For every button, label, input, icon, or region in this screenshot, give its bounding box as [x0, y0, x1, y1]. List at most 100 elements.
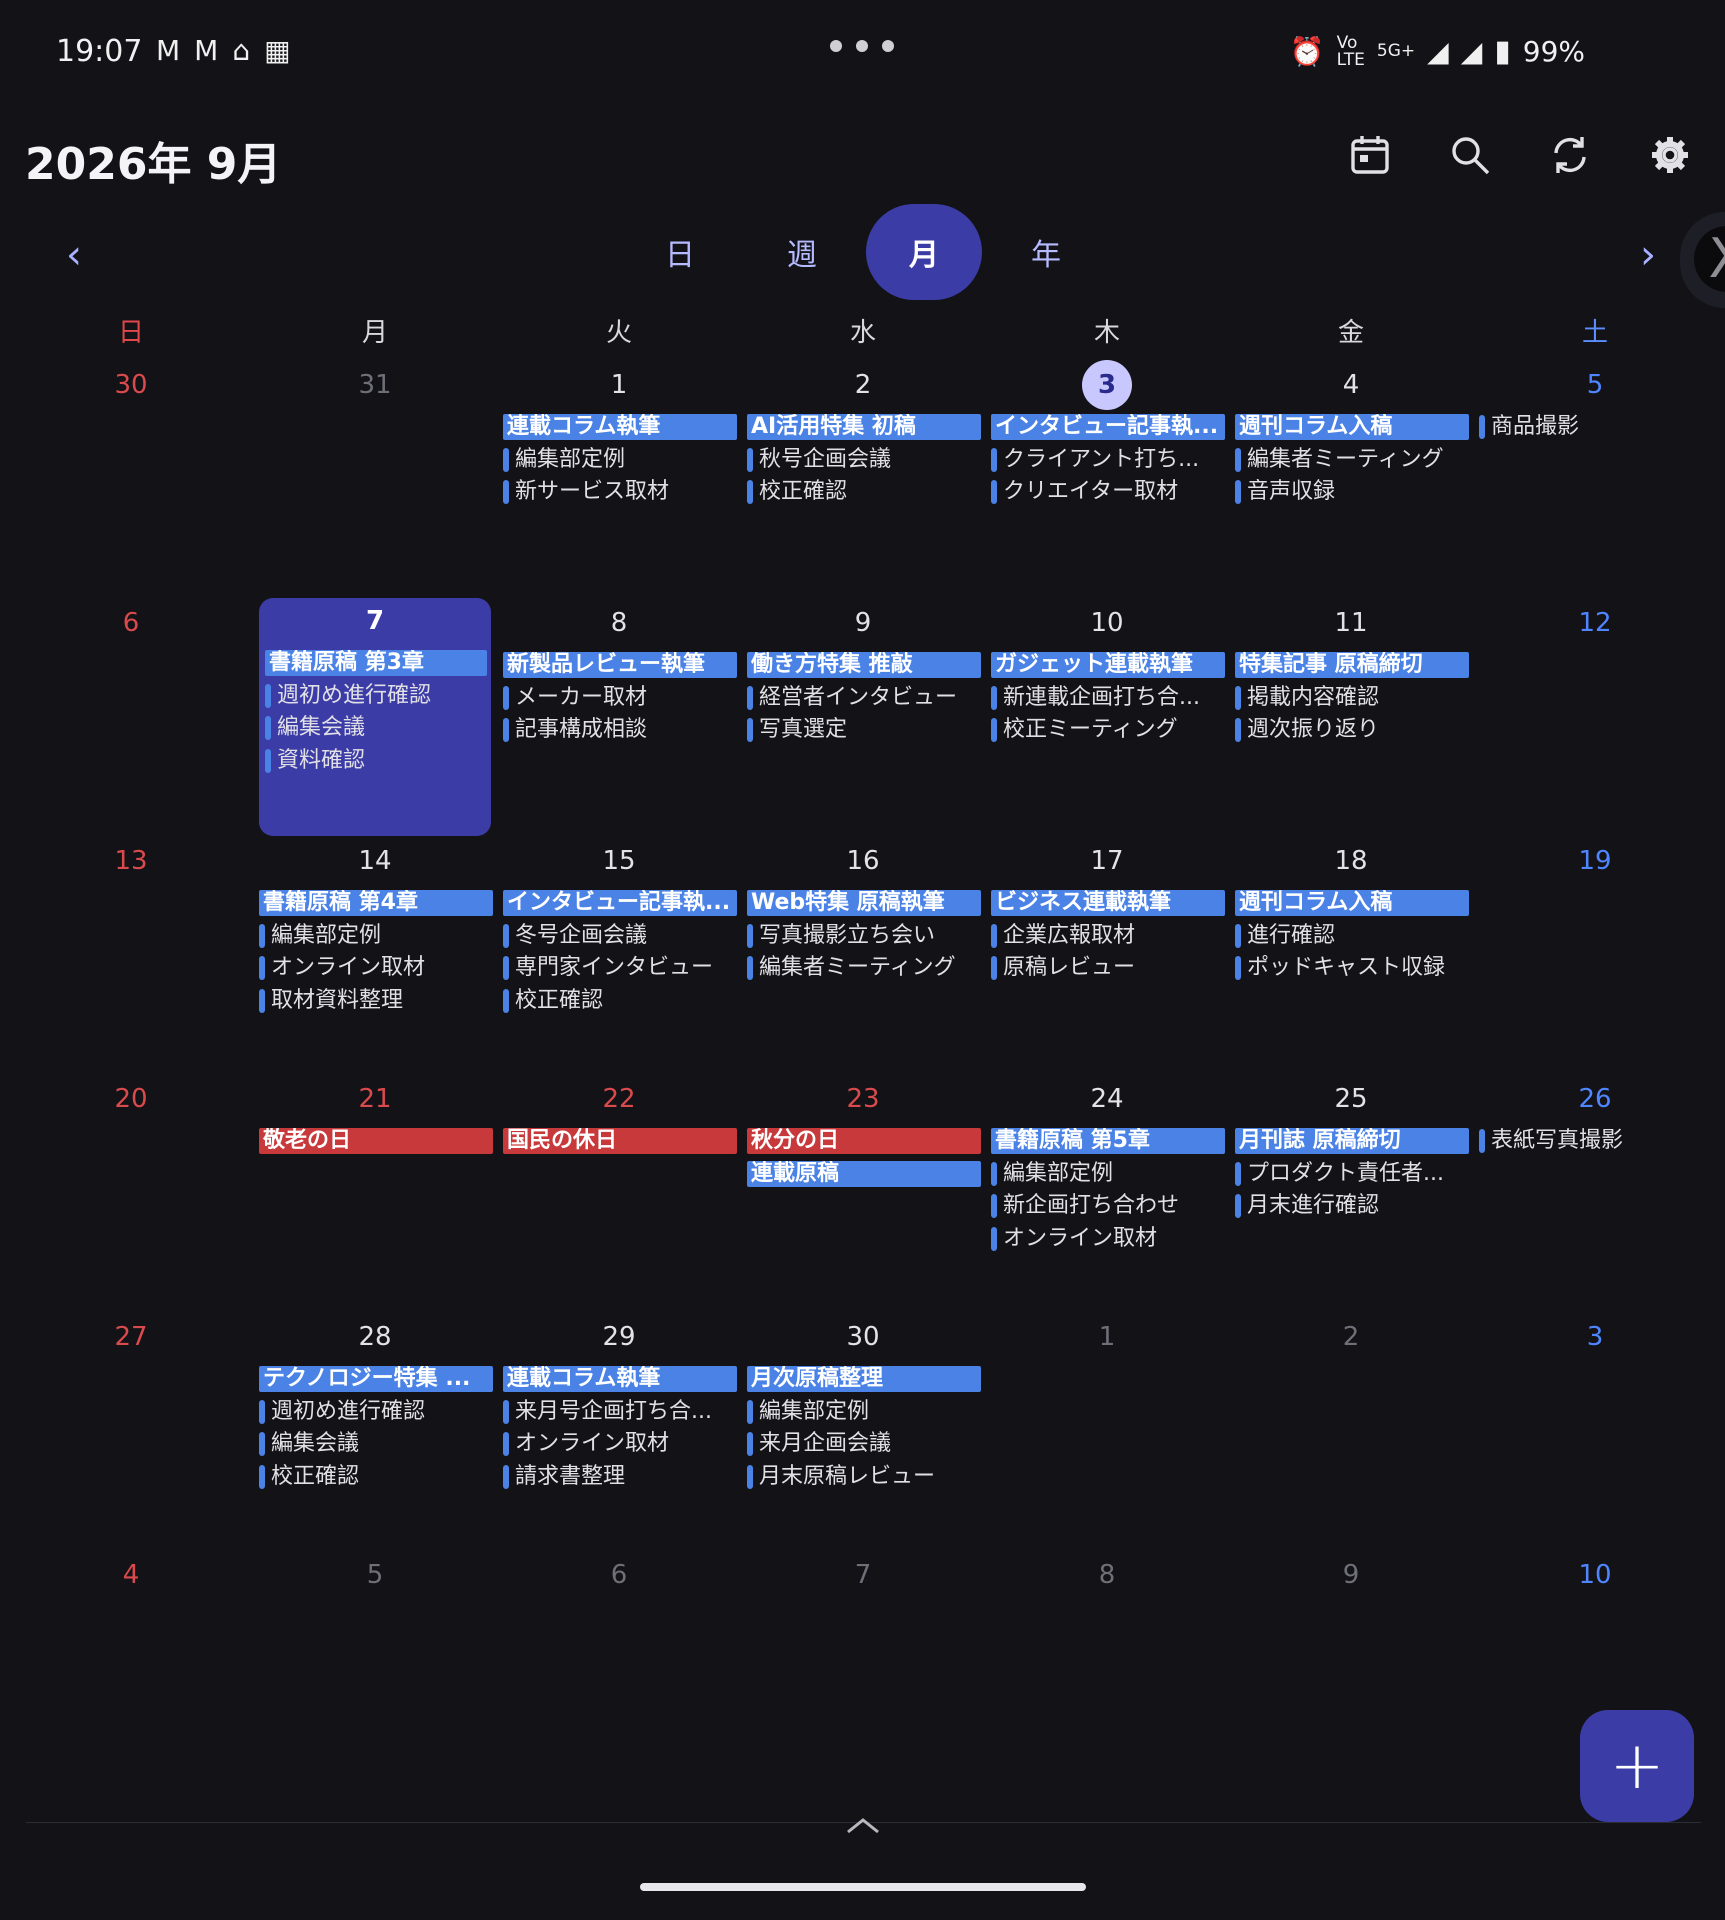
event-item[interactable]: 進行確認: [1235, 923, 1469, 949]
day-cell[interactable]: 30: [9, 362, 253, 600]
tab-week[interactable]: 週: [744, 204, 860, 300]
day-cell[interactable]: 16 Web特集 原稿執筆 写真撮影立ち会い 編集者ミーティング: [741, 838, 985, 1076]
event-bar[interactable]: 新製品レビュー執筆: [503, 652, 737, 678]
event-item[interactable]: 校正確認: [259, 1464, 493, 1490]
day-cell[interactable]: 8 新製品レビュー執筆 メーカー取材 記事構成相談: [497, 600, 741, 838]
event-item[interactable]: 記事構成相談: [503, 717, 737, 743]
event-item[interactable]: 取材資料整理: [259, 988, 493, 1014]
event-bar[interactable]: インタビュー記事執...: [991, 414, 1225, 440]
day-cell[interactable]: 20: [9, 1076, 253, 1314]
day-cell[interactable]: 7 書籍原稿 第3章 週初め進行確認 編集会議 資料確認: [259, 598, 491, 836]
day-cell[interactable]: 1 連載コラム執筆 編集部定例 新サービス取材: [497, 362, 741, 600]
event-bar[interactable]: 連載コラム執筆: [503, 1366, 737, 1392]
day-cell[interactable]: 26 表紙写真撮影: [1473, 1076, 1717, 1314]
next-month-button[interactable]: ›: [1640, 232, 1656, 278]
day-cell[interactable]: 4 週刊コラム入稿 編集者ミーティング 音声収録: [1229, 362, 1473, 600]
event-item[interactable]: 冬号企画会議: [503, 923, 737, 949]
event-item[interactable]: 校正確認: [747, 479, 981, 505]
event-item[interactable]: オンライン取材: [259, 955, 493, 981]
day-cell[interactable]: 9 働き方特集 推敲 経営者インタビュー 写真選定: [741, 600, 985, 838]
event-item[interactable]: 来月号企画打ち合...: [503, 1399, 737, 1425]
event-item[interactable]: 週次振り返り: [1235, 717, 1469, 743]
day-cell[interactable]: 13: [9, 838, 253, 1076]
holiday-event[interactable]: 敬老の日: [259, 1128, 493, 1154]
event-bar[interactable]: テクノロジー特集 ...: [259, 1366, 493, 1392]
event-item[interactable]: 編集会議: [265, 715, 487, 741]
day-cell[interactable]: 5: [253, 1552, 497, 1790]
event-item[interactable]: 請求書整理: [503, 1464, 737, 1490]
day-cell[interactable]: 23 秋分の日 連載原稿: [741, 1076, 985, 1314]
event-item[interactable]: 表紙写真撮影: [1479, 1128, 1713, 1154]
today-button[interactable]: [1345, 130, 1395, 180]
event-item[interactable]: 週初め進行確認: [259, 1399, 493, 1425]
event-item[interactable]: 週初め進行確認: [265, 683, 487, 709]
event-item[interactable]: 経営者インタビュー: [747, 685, 981, 711]
event-bar[interactable]: 週刊コラム入稿: [1235, 890, 1469, 916]
day-cell[interactable]: 2: [1229, 1314, 1473, 1552]
day-cell[interactable]: 2 AI活用特集 初稿 秋号企画会議 校正確認: [741, 362, 985, 600]
event-item[interactable]: 新連載企画打ち合...: [991, 685, 1225, 711]
day-cell[interactable]: 18 週刊コラム入稿 進行確認 ポッドキャスト収録: [1229, 838, 1473, 1076]
day-cell[interactable]: 6: [497, 1552, 741, 1790]
tab-month[interactable]: 月: [866, 204, 982, 300]
event-item[interactable]: プロダクト責任者...: [1235, 1161, 1469, 1187]
event-item[interactable]: クリエイター取材: [991, 479, 1225, 505]
event-bar[interactable]: 書籍原稿 第3章: [265, 650, 487, 676]
event-item[interactable]: オンライン取材: [991, 1226, 1225, 1252]
event-item[interactable]: 月末原稿レビュー: [747, 1464, 981, 1490]
event-item[interactable]: オンライン取材: [503, 1431, 737, 1457]
event-bar[interactable]: Web特集 原稿執筆: [747, 890, 981, 916]
day-cell[interactable]: 5 商品撮影: [1473, 362, 1717, 600]
event-item[interactable]: 専門家インタビュー: [503, 955, 737, 981]
day-cell[interactable]: 3: [1473, 1314, 1717, 1552]
event-item[interactable]: 編集部定例: [747, 1399, 981, 1425]
day-cell[interactable]: 7: [741, 1552, 985, 1790]
sync-button[interactable]: [1545, 130, 1595, 180]
event-bar[interactable]: ガジェット連載執筆: [991, 652, 1225, 678]
holiday-event[interactable]: 秋分の日: [747, 1128, 981, 1154]
event-item[interactable]: 新サービス取材: [503, 479, 737, 505]
event-item[interactable]: 月末進行確認: [1235, 1193, 1469, 1219]
event-item[interactable]: 資料確認: [265, 748, 487, 774]
event-item[interactable]: 編集部定例: [991, 1161, 1225, 1187]
day-cell[interactable]: 8: [985, 1552, 1229, 1790]
day-cell[interactable]: 21 敬老の日: [253, 1076, 497, 1314]
day-cell[interactable]: 29 連載コラム執筆 来月号企画打ち合... オンライン取材 請求書整理: [497, 1314, 741, 1552]
event-item[interactable]: 商品撮影: [1479, 414, 1713, 440]
event-bar[interactable]: 連載コラム執筆: [503, 414, 737, 440]
event-item[interactable]: 写真撮影立ち会い: [747, 923, 981, 949]
holiday-event[interactable]: 国民の休日: [503, 1128, 737, 1154]
day-cell[interactable]: 12: [1473, 600, 1717, 838]
event-bar[interactable]: 月次原稿整理: [747, 1366, 981, 1392]
event-bar[interactable]: 特集記事 原稿締切: [1235, 652, 1469, 678]
day-cell[interactable]: 10 ガジェット連載執筆 新連載企画打ち合... 校正ミーティング: [985, 600, 1229, 838]
event-bar[interactable]: 働き方特集 推敲: [747, 652, 981, 678]
day-cell[interactable]: 11 特集記事 原稿締切 掲載内容確認 週次振り返り: [1229, 600, 1473, 838]
settings-button[interactable]: [1645, 130, 1695, 180]
day-cell[interactable]: 1: [985, 1314, 1229, 1552]
event-item[interactable]: 来月企画会議: [747, 1431, 981, 1457]
day-cell[interactable]: 27: [9, 1314, 253, 1552]
day-cell[interactable]: 14 書籍原稿 第4章 編集部定例 オンライン取材 取材資料整理: [253, 838, 497, 1076]
event-item[interactable]: 編集部定例: [503, 447, 737, 473]
day-cell[interactable]: 17 ビジネス連載執筆 企業広報取材 原稿レビュー: [985, 838, 1229, 1076]
event-item[interactable]: 原稿レビュー: [991, 955, 1225, 981]
day-cell[interactable]: 31: [253, 362, 497, 600]
event-bar[interactable]: インタビュー記事執...: [503, 890, 737, 916]
day-cell[interactable]: 3 インタビュー記事執... クライアント打ち... クリエイター取材: [985, 360, 1229, 600]
event-bar[interactable]: 月刊誌 原稿締切: [1235, 1128, 1469, 1154]
event-item[interactable]: 写真選定: [747, 717, 981, 743]
event-item[interactable]: 校正確認: [503, 988, 737, 1014]
day-cell[interactable]: 25 月刊誌 原稿締切 プロダクト責任者... 月末進行確認: [1229, 1076, 1473, 1314]
tab-day[interactable]: 日: [622, 204, 738, 300]
event-item[interactable]: 音声収録: [1235, 479, 1469, 505]
day-cell[interactable]: 15 インタビュー記事執... 冬号企画会議 専門家インタビュー 校正確認: [497, 838, 741, 1076]
home-indicator[interactable]: [640, 1883, 1086, 1891]
event-item[interactable]: メーカー取材: [503, 685, 737, 711]
event-item[interactable]: 編集部定例: [259, 923, 493, 949]
day-cell[interactable]: 24 書籍原稿 第5章 編集部定例 新企画打ち合わせ オンライン取材: [985, 1076, 1229, 1314]
event-item[interactable]: 掲載内容確認: [1235, 685, 1469, 711]
event-item[interactable]: 新企画打ち合わせ: [991, 1193, 1225, 1219]
event-bar[interactable]: 週刊コラム入稿: [1235, 414, 1469, 440]
event-bar[interactable]: 書籍原稿 第5章: [991, 1128, 1225, 1154]
